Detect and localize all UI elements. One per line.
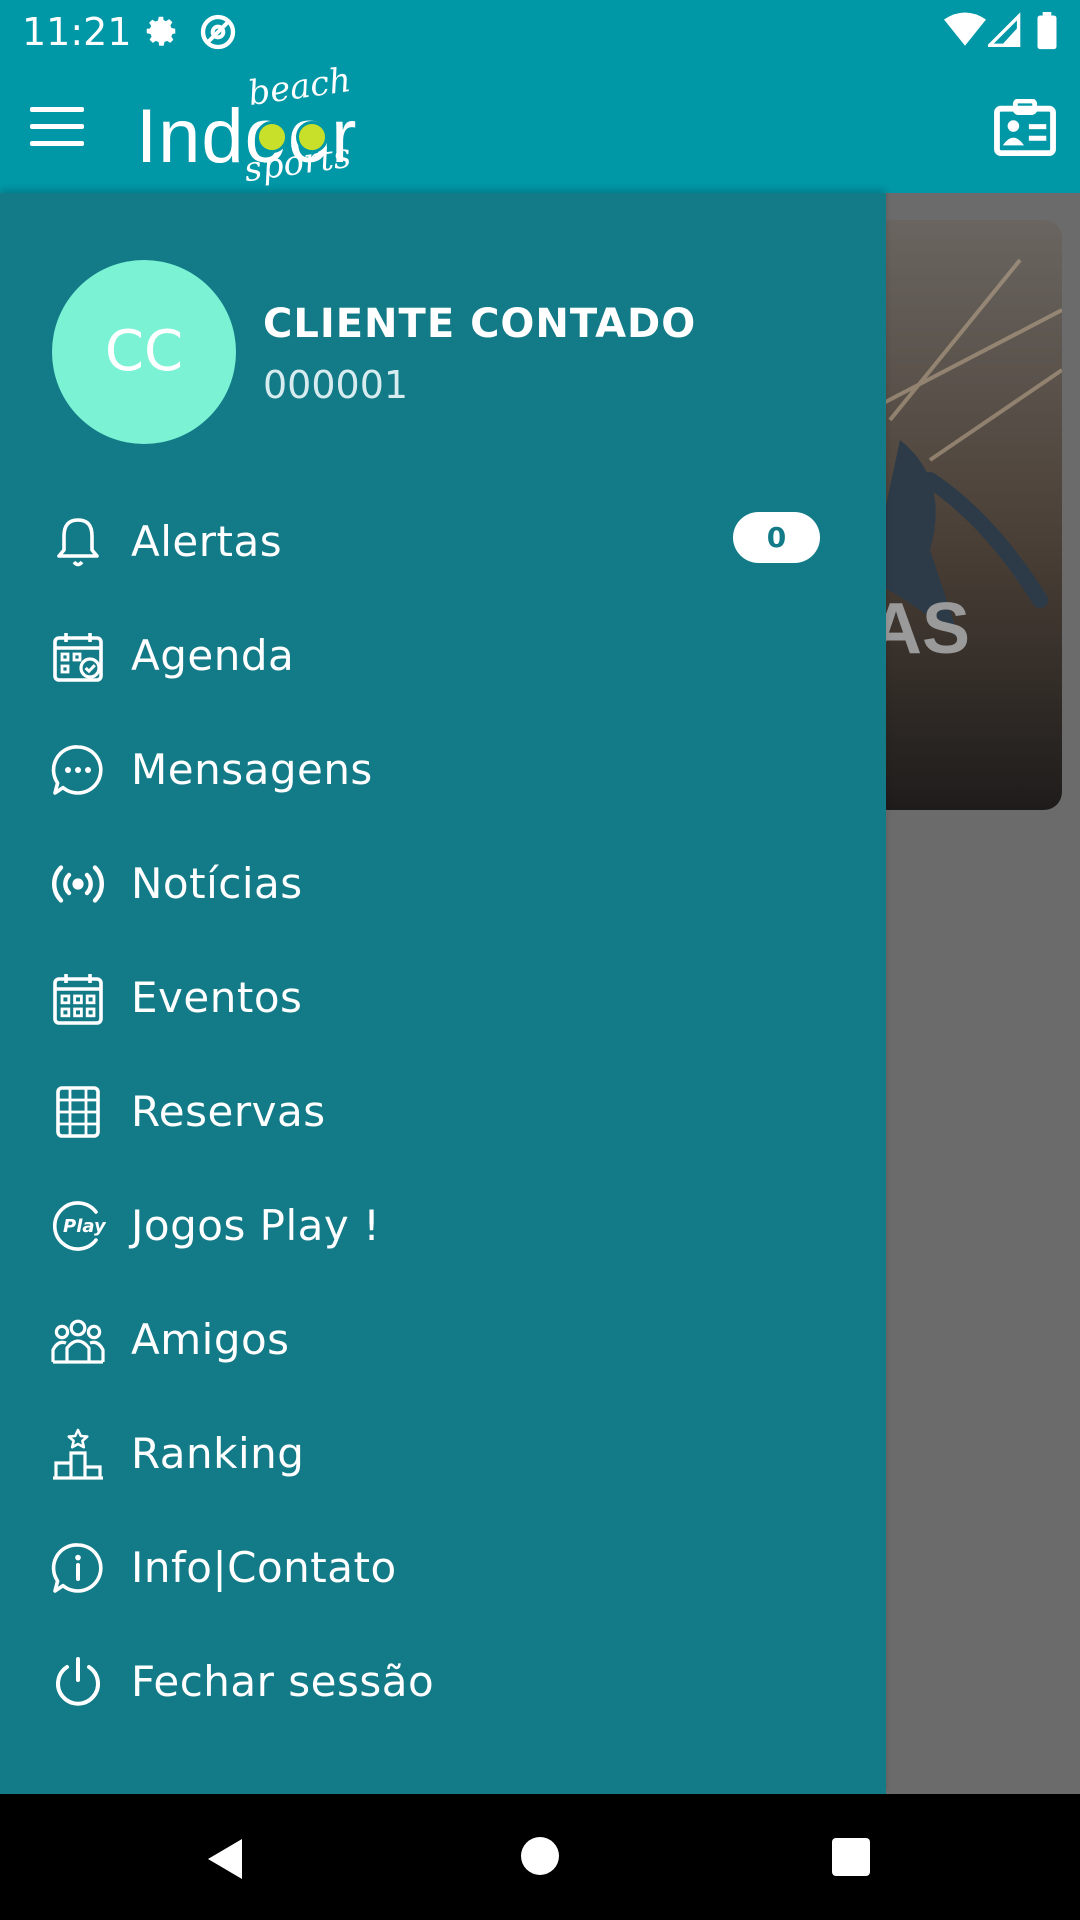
- power-icon: [56, 1657, 100, 1706]
- gear-icon: [146, 16, 177, 46]
- ball-icon: [256, 121, 288, 153]
- banner-photo: [870, 258, 1062, 640]
- background-banner: AS: [870, 220, 1062, 810]
- menu-item-eventos[interactable]: Eventos: [0, 939, 886, 1053]
- calendar-check-icon: [53, 633, 103, 682]
- menu-item-label: Mensagens: [131, 745, 373, 794]
- menu-item-label: Alertas: [131, 517, 283, 566]
- menu-item-alertas[interactable]: Alertas 0: [0, 483, 886, 597]
- podium-icon: [53, 1428, 103, 1480]
- id-card-icon[interactable]: [994, 99, 1056, 157]
- menu-item-ranking[interactable]: Ranking: [0, 1395, 886, 1509]
- recents-icon[interactable]: [832, 1838, 870, 1876]
- court-icon: [56, 1086, 100, 1138]
- drawer-menu: Alertas 0 Agenda Mensagens Notícias Even…: [0, 483, 886, 1737]
- system-nav-bar: [0, 1794, 1080, 1920]
- signal-icon: [988, 12, 1021, 47]
- alert-count-badge: 0: [733, 512, 820, 563]
- app-bar: Indoor beach sports: [0, 60, 1080, 193]
- broadcast-icon: [52, 865, 104, 903]
- at-sign-icon: [200, 14, 236, 50]
- menu-item-amigos[interactable]: Amigos: [0, 1281, 886, 1395]
- menu-item-label: Info|Contato: [131, 1543, 397, 1592]
- app-logo: Indoor beach sports: [136, 60, 376, 191]
- menu-item-label: Jogos Play !: [131, 1201, 381, 1250]
- menu-item-label: Amigos: [131, 1315, 290, 1364]
- user-name: CLIENTE CONTADO: [263, 301, 697, 347]
- battery-icon: [1037, 12, 1057, 50]
- menu-item-fechar-sessao[interactable]: Fechar sessão: [0, 1623, 886, 1737]
- chat-bubble-icon: [51, 745, 103, 795]
- hamburger-menu-icon[interactable]: [30, 107, 84, 149]
- back-icon[interactable]: [206, 1837, 246, 1881]
- user-code: 000001: [263, 363, 409, 407]
- wifi-icon: [944, 12, 986, 46]
- menu-item-info-contato[interactable]: Info|Contato: [0, 1509, 886, 1623]
- group-icon: [51, 1319, 105, 1364]
- navigation-drawer: CC CLIENTE CONTADO 000001 Alertas 0 Agen: [0, 193, 886, 1794]
- menu-item-label: Notícias: [131, 859, 303, 908]
- menu-item-mensagens[interactable]: Mensagens: [0, 711, 886, 825]
- bell-icon: [57, 518, 99, 567]
- info-bubble-icon: [51, 1543, 103, 1593]
- menu-item-agenda[interactable]: Agenda: [0, 597, 886, 711]
- menu-item-label: Agenda: [131, 631, 295, 680]
- svg-text:Play: Play: [63, 1216, 106, 1237]
- menu-item-label: Fechar sessão: [131, 1657, 435, 1706]
- menu-item-jogos-play[interactable]: Play Jogos Play !: [0, 1167, 886, 1281]
- menu-item-label: Eventos: [131, 973, 303, 1022]
- status-bar: 11:21: [0, 0, 1080, 63]
- menu-item-label: Ranking: [131, 1429, 305, 1478]
- calendar-grid-icon: [53, 974, 103, 1025]
- ball-icon: [296, 121, 328, 153]
- avatar[interactable]: CC: [52, 260, 236, 444]
- menu-item-label: Reservas: [131, 1087, 326, 1136]
- status-time: 11:21: [22, 10, 132, 54]
- play-logo-icon: Play: [53, 1201, 106, 1251]
- menu-item-reservas[interactable]: Reservas: [0, 1053, 886, 1167]
- home-icon[interactable]: [521, 1837, 559, 1875]
- menu-item-noticias[interactable]: Notícias: [0, 825, 886, 939]
